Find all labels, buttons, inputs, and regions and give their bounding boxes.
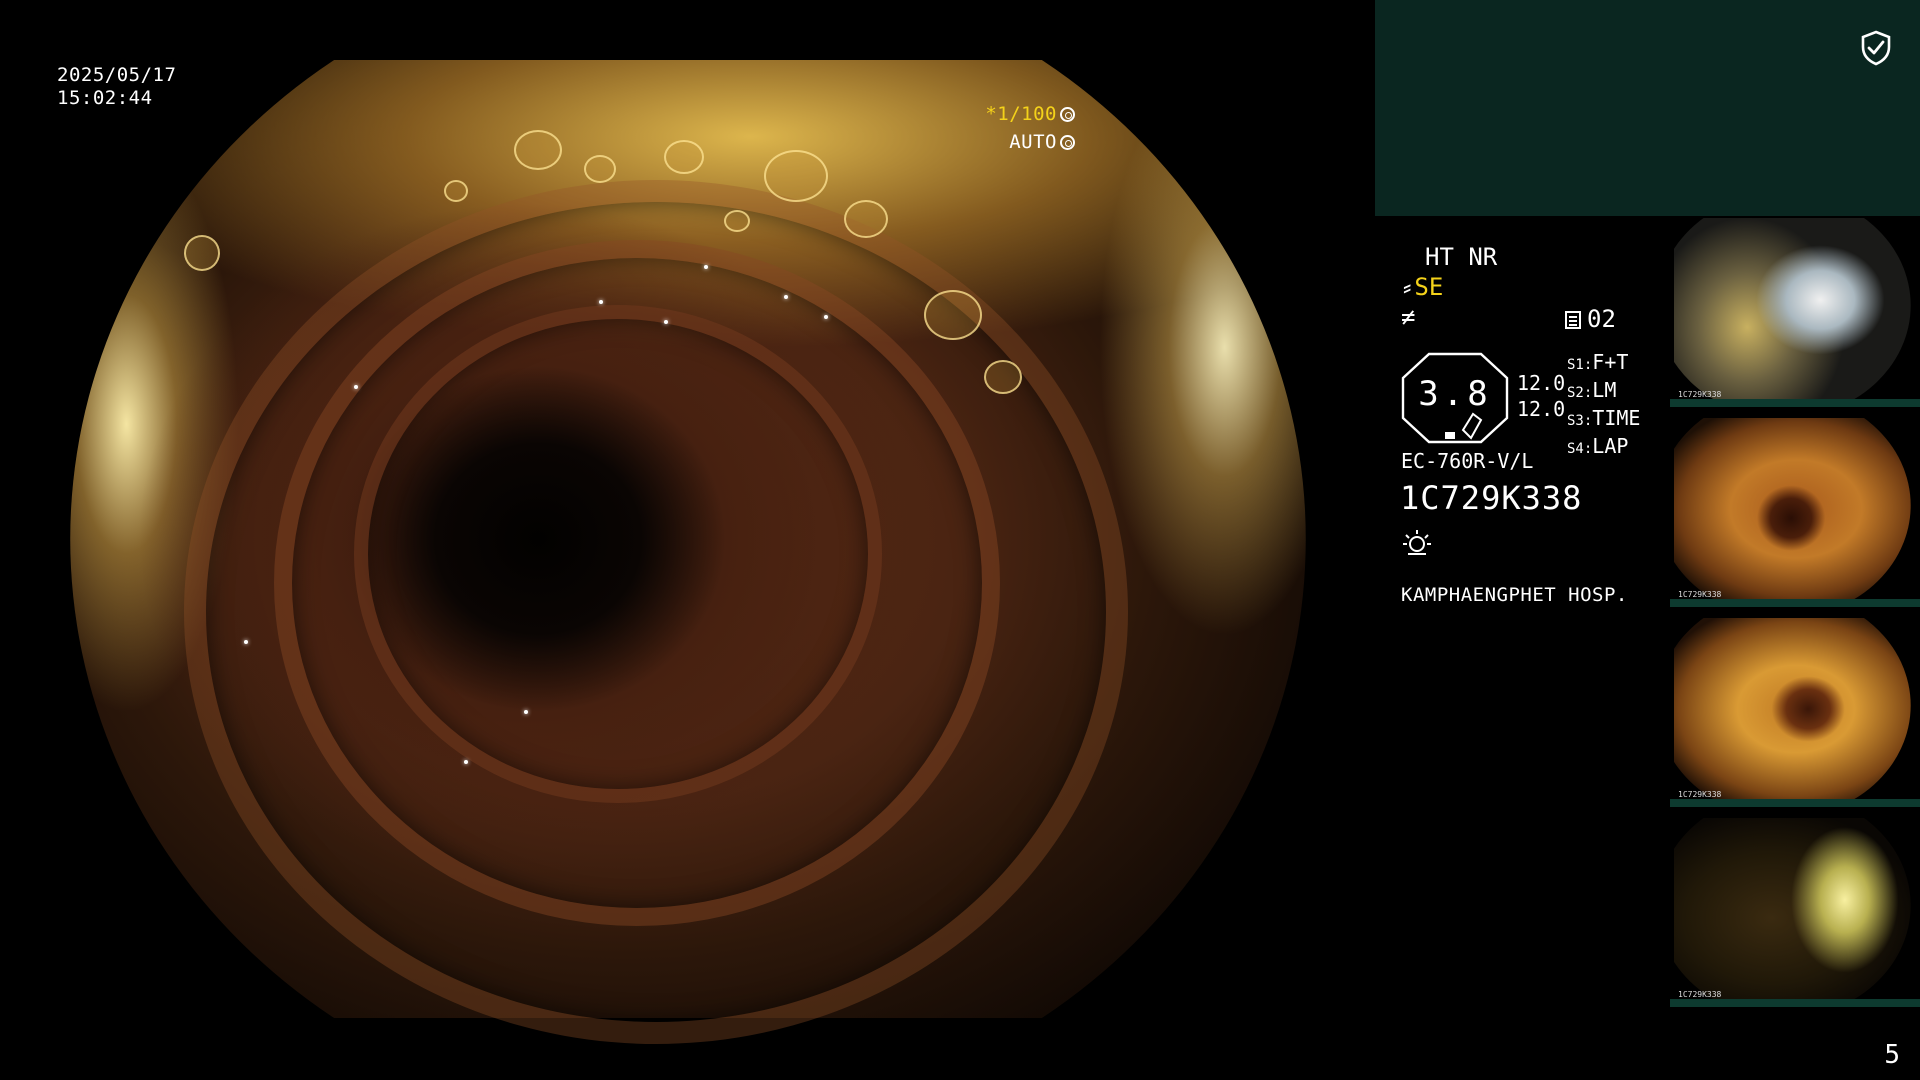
bubble bbox=[844, 200, 888, 238]
capture-thumbnail[interactable]: 1C729K338 bbox=[1670, 816, 1920, 1011]
processor-info-panel: HT NR ⸗SE ≠ 02 3.8 12.0 12.0 S1:F+T S2:L… bbox=[1375, 216, 1670, 1016]
storage-icon bbox=[1565, 311, 1581, 329]
switch-row: S2:LM bbox=[1567, 378, 1640, 406]
enhance-mode-line: HT NR bbox=[1425, 243, 1498, 271]
iris-icon bbox=[1060, 135, 1075, 150]
iris-mode-text: AUTO bbox=[1009, 131, 1057, 153]
switch-row: S3:TIME bbox=[1567, 406, 1640, 434]
light-reflection bbox=[664, 320, 668, 324]
bubble bbox=[764, 150, 828, 202]
dual-value-1: 12.0 bbox=[1517, 371, 1566, 395]
light-reflection bbox=[464, 760, 468, 764]
endoscopy-screen: 2025/05/17 15:02:44 *1/100 AUTO HT NR ⸗S… bbox=[0, 0, 1920, 1080]
light-reflection bbox=[784, 295, 788, 299]
scope-serial: 1C729K338 bbox=[1400, 479, 1583, 517]
bubble bbox=[184, 235, 220, 271]
hospital-name: KAMPHAENGPHET HOSP. bbox=[1401, 584, 1628, 606]
switch-key: S2: bbox=[1567, 385, 1593, 401]
structure-enhance-mode: SE bbox=[1414, 273, 1444, 301]
light-reflection bbox=[824, 315, 828, 319]
thumbnail-strip bbox=[1670, 599, 1920, 607]
capture-thumbnail[interactable]: 1C729K338 bbox=[1670, 416, 1920, 611]
switch-value: LAP bbox=[1592, 434, 1629, 458]
switch-key: S4: bbox=[1567, 441, 1593, 457]
bubble bbox=[724, 210, 750, 232]
date-text: 2025/05/17 bbox=[57, 64, 177, 86]
light-reflection bbox=[244, 640, 248, 644]
light-reflection bbox=[704, 265, 708, 269]
thumbnail-image bbox=[1674, 218, 1911, 400]
thumbnail-label: 1C729K338 bbox=[1678, 790, 1722, 799]
thumbnail-strip bbox=[1670, 999, 1920, 1007]
iris-mode: AUTO bbox=[985, 128, 1075, 156]
bubble bbox=[924, 290, 982, 340]
shutter-value: 1/100 bbox=[997, 103, 1057, 125]
switch-key: S3: bbox=[1567, 413, 1593, 429]
shutter-prefix: * bbox=[985, 103, 998, 125]
status-panel bbox=[1375, 0, 1920, 216]
light-reflection bbox=[354, 385, 358, 389]
octagon-value: 3.8 bbox=[1418, 374, 1492, 414]
switch-value: LM bbox=[1592, 378, 1617, 402]
time-text: 15:02:44 bbox=[57, 87, 153, 109]
light-reflection bbox=[524, 710, 528, 714]
thumbnail-strip bbox=[1670, 799, 1920, 807]
switch-assignment-list: S1:F+T S2:LM S3:TIME S4:LAP bbox=[1567, 350, 1640, 462]
switch-key: S1: bbox=[1567, 357, 1593, 373]
date-time-display: 2025/05/17 15:02:44 bbox=[57, 64, 176, 110]
enhance-wave-icon: ⸗ bbox=[1400, 273, 1415, 301]
page-number: 5 bbox=[1884, 1040, 1900, 1070]
thumbnail-strip bbox=[1670, 399, 1920, 407]
shutter-icon bbox=[1060, 107, 1075, 122]
structure-enhance-line: ⸗SE bbox=[1400, 274, 1443, 300]
storage-count: 02 bbox=[1587, 305, 1616, 333]
bubble bbox=[664, 140, 704, 174]
bubble bbox=[444, 180, 468, 202]
thumbnail-label: 1C729K338 bbox=[1678, 590, 1722, 599]
light-reflection bbox=[599, 300, 603, 304]
exposure-settings: *1/100 AUTO bbox=[985, 100, 1075, 156]
switch-row: S4:LAP bbox=[1567, 434, 1640, 462]
switch-value: TIME bbox=[1592, 406, 1641, 430]
storage-indicator: 02 bbox=[1565, 306, 1616, 332]
scope-model: EC-760R-V/L bbox=[1401, 449, 1534, 473]
switch-value: F+T bbox=[1592, 350, 1629, 374]
bubble bbox=[584, 155, 616, 183]
switch-row: S1:F+T bbox=[1567, 350, 1640, 378]
mucosal-fold bbox=[354, 305, 882, 803]
thumbnail-image bbox=[1674, 418, 1911, 600]
thumbnail-label: 1C729K338 bbox=[1678, 390, 1722, 399]
bubble bbox=[984, 360, 1022, 394]
capture-thumbnail[interactable]: 1C729K338 bbox=[1670, 216, 1920, 411]
shield-check-icon bbox=[1861, 30, 1891, 66]
freeze-icon: ≠ bbox=[1401, 303, 1416, 331]
thumbnail-image bbox=[1674, 618, 1911, 800]
dual-values: 12.0 12.0 bbox=[1517, 370, 1565, 422]
light-source-icon bbox=[1403, 530, 1431, 555]
endoscope-live-view bbox=[70, 60, 1306, 1044]
shutter-speed: *1/100 bbox=[985, 100, 1075, 128]
thumbnail-image bbox=[1674, 818, 1911, 1000]
capture-thumbnail[interactable]: 1C729K338 bbox=[1670, 616, 1920, 811]
bubble bbox=[514, 130, 562, 170]
dual-value-2: 12.0 bbox=[1517, 397, 1566, 421]
thumbnail-label: 1C729K338 bbox=[1678, 990, 1722, 999]
